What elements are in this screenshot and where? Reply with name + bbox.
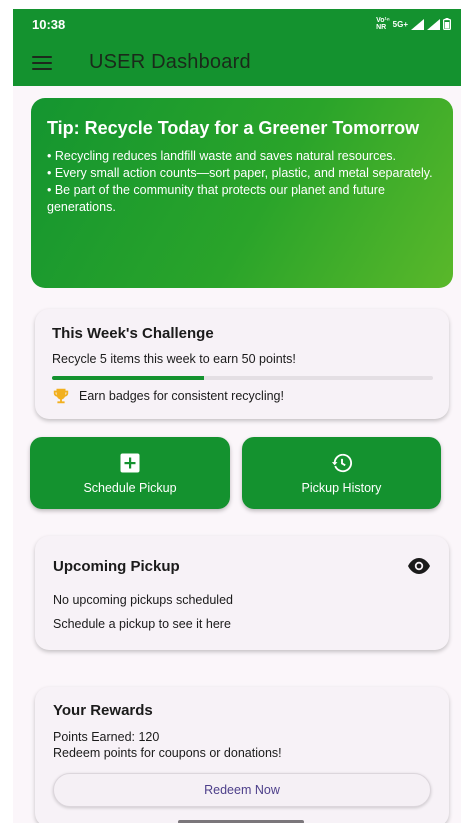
challenge-progress-bar	[52, 376, 433, 380]
tip-card: Tip: Recycle Today for a Greener Tomorro…	[31, 98, 453, 288]
history-icon	[331, 453, 352, 472]
add-box-icon	[120, 453, 140, 472]
upcoming-status: No upcoming pickups scheduled	[53, 593, 233, 607]
tip-line: • Be part of the community that protects…	[47, 183, 385, 214]
pickup-history-button[interactable]: Pickup History	[242, 437, 441, 509]
badge-row: Earn badges for consistent recycling!	[52, 387, 432, 405]
rewards-description: Redeem points for coupons or donations!	[53, 746, 282, 760]
app-bar: USER Dashboard	[13, 39, 461, 86]
status-time: 10:38	[32, 16, 66, 32]
status-bar: 10:38 Vo¹ⁿ NR 5G+	[13, 9, 461, 39]
tip-line: • Recycling reduces landfill waste and s…	[47, 149, 396, 163]
challenge-card: This Week's Challenge Recycle 5 items th…	[35, 309, 449, 419]
network-top-text: Vo¹ⁿ	[376, 17, 390, 24]
rewards-title: Your Rewards	[53, 702, 153, 719]
challenge-progress-fill	[52, 376, 205, 380]
signal-icon-2	[427, 18, 440, 30]
pickup-history-label: Pickup History	[301, 480, 382, 495]
battery-icon	[443, 18, 451, 30]
challenge-title: This Week's Challenge	[52, 325, 214, 342]
upcoming-title: Upcoming Pickup	[53, 557, 180, 575]
redeem-now-button[interactable]: Redeem Now	[53, 773, 431, 807]
network-bottom-text: NR	[376, 24, 387, 31]
status-icons: Vo¹ⁿ NR 5G+	[376, 17, 451, 31]
schedule-pickup-label: Schedule Pickup	[83, 480, 177, 495]
upcoming-pickup-card: Upcoming Pickup No upcoming pickups sche…	[35, 536, 449, 650]
schedule-pickup-button[interactable]: Schedule Pickup	[30, 437, 230, 509]
hamburger-menu-icon[interactable]	[32, 55, 52, 70]
points-earned: Points Earned: 120	[53, 730, 160, 744]
badge-text: Earn badges for consistent recycling!	[79, 389, 284, 403]
app-title: USER Dashboard	[89, 51, 251, 73]
rewards-card: Your Rewards Points Earned: 120 Redeem p…	[35, 687, 449, 823]
upcoming-hint: Schedule a pickup to see it here	[53, 617, 231, 631]
network-type-text: 5G+	[392, 19, 408, 29]
app-screen: 10:38 Vo¹ⁿ NR 5G+ USER Dashboard Tip: Re…	[13, 9, 461, 823]
challenge-description: Recycle 5 items this week to earn 50 poi…	[52, 352, 296, 366]
tip-title: Tip: Recycle Today for a Greener Tomorro…	[47, 118, 420, 138]
eye-icon[interactable]	[407, 557, 431, 575]
trophy-icon	[53, 388, 69, 404]
signal-icon	[411, 18, 424, 30]
tip-line: • Every small action counts—sort paper, …	[47, 166, 433, 180]
network-label: Vo¹ⁿ NR	[376, 17, 390, 31]
